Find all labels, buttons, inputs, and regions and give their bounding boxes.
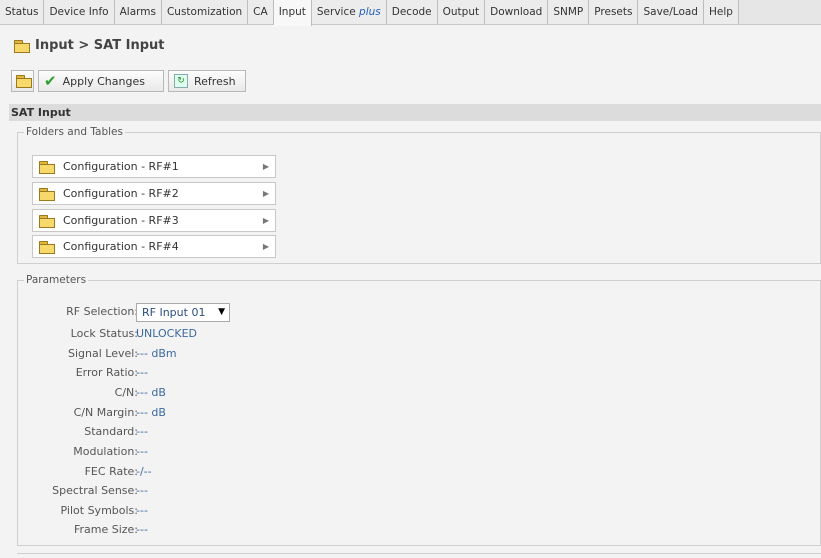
- param-label: RF Selection:: [66, 305, 138, 318]
- folders-legend: Folders and Tables: [26, 126, 123, 138]
- param-value: ---: [136, 484, 148, 497]
- divider: [17, 553, 821, 554]
- tab-service-plus-label: plus: [359, 6, 381, 18]
- param-label: Lock Status:: [70, 327, 138, 340]
- checkmark-icon: ✔: [44, 72, 57, 90]
- param-value: ---: [136, 445, 148, 458]
- param-row: Standard: ---: [18, 425, 418, 441]
- param-value: ---: [136, 523, 148, 536]
- tab-presets[interactable]: Presets: [589, 0, 639, 24]
- folder-icon: [39, 214, 55, 228]
- tab-device-info[interactable]: Device Info: [44, 0, 115, 24]
- tab-decode[interactable]: Decode: [386, 0, 438, 24]
- chevron-right-icon: ▶: [262, 242, 269, 251]
- folder-up-icon: [15, 75, 32, 88]
- folder-item-rf2[interactable]: Configuration - RF#2 ▶: [32, 182, 276, 205]
- chevron-down-icon: ▼: [218, 307, 225, 317]
- refresh-label: Refresh: [194, 74, 236, 88]
- param-label: Error Ratio:: [75, 366, 138, 379]
- page-title-text: Input > SAT Input: [35, 38, 165, 53]
- param-row: Modulation: ---: [18, 445, 418, 461]
- chevron-right-icon: ▶: [262, 216, 269, 225]
- param-row: Error Ratio: ---: [18, 366, 418, 382]
- param-row: C/N: --- dB: [18, 386, 418, 402]
- folder-item-label: Configuration - RF#4: [63, 240, 179, 253]
- refresh-icon: ↻: [174, 74, 188, 88]
- folder-icon: [39, 187, 55, 201]
- folder-item-label: Configuration - RF#1: [63, 160, 179, 173]
- folder-icon: [39, 160, 55, 174]
- tab-ca[interactable]: CA: [248, 0, 274, 24]
- param-row: Frame Size: ---: [18, 523, 418, 539]
- param-row: Lock Status: UNLOCKED: [18, 327, 418, 343]
- apply-changes-button[interactable]: ✔ Apply Changes: [38, 70, 164, 92]
- chevron-right-icon: ▶: [262, 162, 269, 171]
- param-value: ---: [136, 504, 148, 517]
- tab-save-load[interactable]: Save/Load: [638, 0, 704, 24]
- apply-changes-label: Apply Changes: [62, 74, 145, 88]
- tab-service-label: Service: [316, 6, 360, 18]
- folder-item-rf4[interactable]: Configuration - RF#4 ▶: [32, 235, 276, 258]
- tab-help[interactable]: Help: [703, 0, 739, 24]
- rf-selection-value: RF Input 01: [142, 306, 206, 319]
- param-row: FEC Rate: -/--: [18, 465, 418, 481]
- tab-download[interactable]: Download: [485, 0, 549, 24]
- refresh-button[interactable]: ↻ Refresh: [168, 70, 246, 92]
- param-label: FEC Rate:: [84, 465, 138, 478]
- folder-item-rf1[interactable]: Configuration - RF#1 ▶: [32, 155, 276, 178]
- param-value: --- dB: [136, 406, 166, 419]
- tab-customization[interactable]: Customization: [161, 0, 249, 24]
- param-row: Signal Level: --- dBm: [18, 347, 418, 363]
- tab-output[interactable]: Output: [437, 0, 486, 24]
- folder-up-button[interactable]: [11, 70, 34, 92]
- tab-input[interactable]: Input: [273, 0, 312, 26]
- param-label: C/N:: [114, 386, 138, 399]
- param-label: Signal Level:: [67, 347, 138, 360]
- param-row: Pilot Symbols: ---: [18, 504, 418, 520]
- param-label: C/N Margin:: [73, 406, 138, 419]
- param-label: Modulation:: [73, 445, 138, 458]
- param-row: Spectral Sense: ---: [18, 484, 418, 500]
- folders-and-tables-group: Folders and Tables Configuration - RF#1 …: [17, 126, 821, 264]
- chevron-right-icon: ▶: [262, 189, 269, 198]
- tab-snmp[interactable]: SNMP: [548, 0, 590, 24]
- param-row: C/N Margin: --- dB: [18, 406, 418, 422]
- param-value: UNLOCKED: [136, 327, 197, 340]
- tab-alarms[interactable]: Alarms: [114, 0, 162, 24]
- folder-icon: [39, 240, 55, 254]
- param-label: Standard:: [84, 425, 138, 438]
- page-title: Input > SAT Input: [14, 38, 165, 53]
- param-label: Spectral Sense:: [52, 484, 138, 497]
- param-rf-selection: RF Selection: RF Input 01 ▼: [18, 303, 418, 322]
- parameters-legend: Parameters: [26, 274, 87, 286]
- folder-item-rf3[interactable]: Configuration - RF#3 ▶: [32, 209, 276, 232]
- param-value: ---: [136, 366, 148, 379]
- param-value: -/--: [136, 465, 152, 478]
- rf-selection-dropdown[interactable]: RF Input 01 ▼: [136, 303, 230, 322]
- section-title: SAT Input: [9, 104, 821, 121]
- folder-item-label: Configuration - RF#2: [63, 187, 179, 200]
- param-value: ---: [136, 425, 148, 438]
- param-label: Pilot Symbols:: [60, 504, 138, 517]
- tab-status[interactable]: Status: [0, 0, 45, 24]
- folder-item-label: Configuration - RF#3: [63, 214, 179, 227]
- param-value: --- dB: [136, 386, 166, 399]
- toolbar: ✔ Apply Changes ↻ Refresh: [11, 70, 246, 92]
- main-tab-bar: Status Device Info Alarms Customization …: [0, 0, 821, 26]
- folder-icon: [14, 39, 30, 53]
- tab-service-plus[interactable]: Service plus: [311, 0, 387, 24]
- param-value: --- dBm: [136, 347, 177, 360]
- parameters-group: Parameters RF Selection: RF Input 01 ▼ L…: [17, 274, 821, 546]
- param-label: Frame Size:: [73, 523, 138, 536]
